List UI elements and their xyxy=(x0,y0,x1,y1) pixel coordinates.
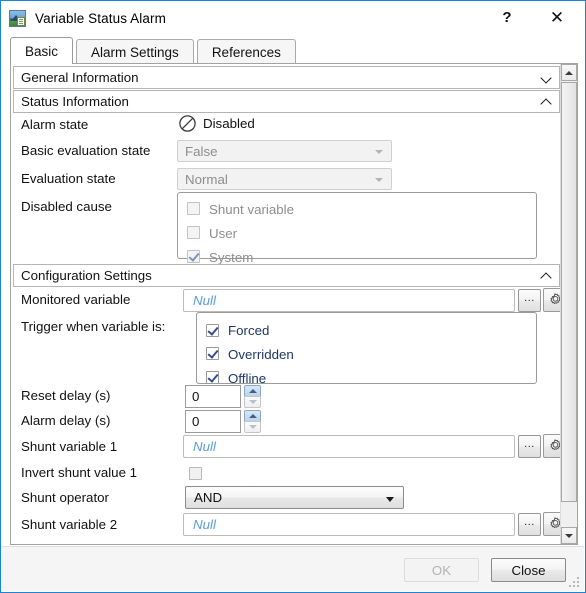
alarm-delay-stepper[interactable] xyxy=(244,410,261,433)
monitored-variable-input[interactable]: Null xyxy=(183,289,515,312)
list-item-label: Offline xyxy=(228,370,267,386)
reset-delay-value: 0 xyxy=(192,389,200,404)
alarm-delay-input[interactable]: 0 xyxy=(185,410,241,433)
shunt-variable-1-label: Shunt variable 1 xyxy=(21,439,118,454)
dialog-footer: OK Close xyxy=(2,546,584,591)
alarm-state-value: Disabled xyxy=(203,116,255,131)
chevron-down-icon xyxy=(386,497,394,502)
tab-page-basic: General Information Status Information A… xyxy=(10,63,578,545)
list-item-label: User xyxy=(209,225,238,241)
alarm-delay-label: Alarm delay (s) xyxy=(21,413,111,428)
reset-delay-label: Reset delay (s) xyxy=(21,388,111,403)
group-header-configuration-settings[interactable]: Configuration Settings xyxy=(13,264,560,287)
close-button[interactable]: Close xyxy=(491,558,566,582)
evaluation-state-label: Evaluation state xyxy=(21,171,116,186)
list-item-label: Overridden xyxy=(228,346,294,362)
close-icon[interactable]: ✕ xyxy=(535,1,579,34)
list-item-label: Shunt variable xyxy=(209,201,295,217)
basic-evaluation-state-label: Basic evaluation state xyxy=(21,143,151,158)
group-header-status-information-label: Status Information xyxy=(21,94,129,109)
monitored-variable-browse-button[interactable]: ... xyxy=(518,289,541,312)
disabled-cause-listbox: Shunt variable User System xyxy=(177,192,537,265)
help-button[interactable]: ? xyxy=(485,1,529,34)
ok-button[interactable]: OK xyxy=(404,558,479,582)
shunt-variable-2-input[interactable]: Null xyxy=(183,513,515,536)
list-item[interactable]: Forced xyxy=(197,318,536,342)
spinner-down-icon[interactable] xyxy=(244,421,261,433)
shunt-variable-2-label: Shunt variable 2 xyxy=(21,517,118,532)
alarm-delay-value: 0 xyxy=(192,414,200,429)
list-item: Shunt variable xyxy=(178,197,536,221)
scroll-down-icon[interactable] xyxy=(561,527,577,544)
checkbox-forced[interactable] xyxy=(206,324,219,337)
prohibited-icon xyxy=(179,115,196,132)
tab-bar: Basic Alarm Settings References xyxy=(10,37,299,65)
list-item[interactable]: Overridden xyxy=(197,342,536,366)
shunt-operator-value: AND xyxy=(194,490,223,505)
trigger-when-listbox: Forced Overridden Offline xyxy=(196,312,537,386)
vertical-scrollbar[interactable] xyxy=(560,64,577,544)
checkbox-user xyxy=(187,226,200,239)
basic-evaluation-state-value: False xyxy=(185,143,218,159)
group-header-general-information-label: General Information xyxy=(21,70,139,85)
chevron-up-icon xyxy=(540,95,553,108)
title-bar: Variable Status Alarm ? ✕ xyxy=(1,1,585,35)
evaluation-state-value: Normal xyxy=(185,171,228,187)
tab-basic[interactable]: Basic xyxy=(10,37,74,65)
shunt-operator-combobox[interactable]: AND xyxy=(185,486,404,509)
invert-shunt-value-1-label: Invert shunt value 1 xyxy=(21,465,138,480)
monitored-variable-placeholder: Null xyxy=(193,293,216,308)
tab-alarm-settings[interactable]: Alarm Settings xyxy=(76,39,194,64)
group-header-general-information[interactable]: General Information xyxy=(13,66,560,89)
shunt-variable-1-placeholder: Null xyxy=(193,439,216,454)
shunt-variable-2-browse-button[interactable]: ... xyxy=(518,513,541,536)
alarm-state-label: Alarm state xyxy=(21,117,89,132)
variable-image-icon xyxy=(9,9,26,27)
group-header-configuration-settings-label: Configuration Settings xyxy=(21,268,152,283)
invert-shunt-value-1-checkbox[interactable] xyxy=(189,467,202,480)
checkbox-shunt-variable xyxy=(187,202,200,215)
chevron-down-icon xyxy=(540,71,553,84)
shunt-variable-1-input[interactable]: Null xyxy=(183,435,515,458)
chevron-down-icon xyxy=(375,150,383,154)
disabled-cause-label: Disabled cause xyxy=(21,199,112,214)
window-title: Variable Status Alarm xyxy=(35,10,166,26)
monitored-variable-label: Monitored variable xyxy=(21,292,131,307)
basic-evaluation-state-combobox: False xyxy=(177,140,392,162)
list-item: User xyxy=(178,221,536,245)
spinner-down-icon[interactable] xyxy=(244,396,261,408)
chevron-up-icon xyxy=(540,269,553,282)
settings-form: General Information Status Information A… xyxy=(11,64,567,544)
ellipsis-icon: ... xyxy=(524,291,535,304)
evaluation-state-combobox: Normal xyxy=(177,168,392,190)
scroll-up-icon[interactable] xyxy=(561,64,577,81)
resize-grip-icon[interactable] xyxy=(569,577,581,589)
reset-delay-stepper[interactable] xyxy=(244,385,261,408)
checkbox-system xyxy=(187,250,200,263)
list-item-label: Forced xyxy=(228,322,270,338)
checkbox-offline[interactable] xyxy=(206,371,219,384)
chevron-down-icon xyxy=(375,178,383,182)
reset-delay-input[interactable]: 0 xyxy=(185,385,241,408)
shunt-variable-2-placeholder: Null xyxy=(193,517,216,532)
dialog-window: Variable Status Alarm ? ✕ Basic Alarm Se… xyxy=(0,0,586,593)
list-item-label: System xyxy=(209,249,254,265)
ellipsis-icon: ... xyxy=(524,515,535,528)
checkbox-overridden[interactable] xyxy=(206,347,219,360)
tab-references[interactable]: References xyxy=(196,39,296,64)
shunt-operator-label: Shunt operator xyxy=(21,490,109,505)
group-header-status-information[interactable]: Status Information xyxy=(13,90,560,113)
trigger-when-label: Trigger when variable is: xyxy=(21,319,166,334)
scroll-thumb[interactable] xyxy=(561,82,577,502)
ellipsis-icon: ... xyxy=(524,437,535,450)
shunt-variable-1-browse-button[interactable]: ... xyxy=(518,435,541,458)
